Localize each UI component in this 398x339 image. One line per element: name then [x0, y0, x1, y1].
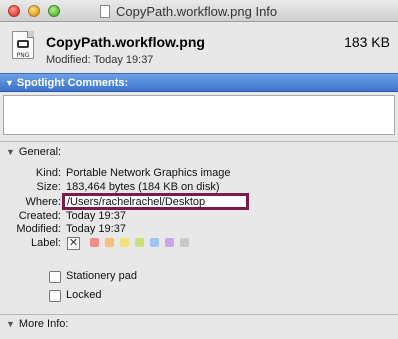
created-value: Today 19:37	[66, 210, 126, 222]
where-label: Where:	[25, 196, 61, 208]
disclosure-triangle-icon[interactable]: ▼	[5, 78, 14, 88]
kind-label: Kind:	[35, 167, 61, 179]
modified-value: Today 19:37	[66, 223, 126, 235]
label-label: Label:	[31, 237, 61, 249]
minimize-button[interactable]	[28, 5, 40, 17]
divider	[0, 141, 398, 142]
more-info-section-header[interactable]: ▼ More Info:	[6, 318, 68, 330]
document-icon	[100, 4, 110, 18]
no-label-option[interactable]: ✕	[67, 237, 80, 250]
locked-checkbox[interactable]	[49, 290, 61, 302]
disclosure-triangle-icon[interactable]: ▼	[6, 147, 15, 157]
file-name: CopyPath.workflow.png	[46, 34, 205, 50]
more-info-label: More Info:	[18, 318, 69, 330]
label-orange-swatch[interactable]	[105, 238, 114, 247]
label-green-swatch[interactable]	[135, 238, 144, 247]
size-value: 183,464 bytes (184 KB on disk)	[66, 181, 220, 193]
label-gray-swatch[interactable]	[180, 238, 189, 247]
where-value: /Users/rachelrachel/Desktop	[67, 196, 206, 208]
label-red-swatch[interactable]	[90, 238, 99, 247]
spotlight-comments-field[interactable]	[3, 95, 395, 135]
file-modified: Modified: Today 19:37	[46, 54, 154, 66]
locked-label: Locked	[66, 289, 102, 301]
close-button[interactable]	[8, 5, 20, 17]
stationery-pad-label: Stationery pad	[66, 270, 137, 282]
size-label: Size:	[36, 181, 61, 193]
window-title: CopyPath.workflow.png Info	[116, 3, 278, 19]
spotlight-comments-header[interactable]: ▼ Spotlight Comments:	[0, 73, 398, 92]
created-label: Created:	[18, 210, 61, 222]
where-path-field[interactable]: /Users/rachelrachel/Desktop	[62, 193, 249, 210]
general-section-header[interactable]: ▼ General:	[6, 146, 61, 158]
file-icon-label: PNG	[16, 52, 30, 59]
general-label: General:	[18, 146, 62, 158]
zoom-button[interactable]	[48, 5, 60, 17]
png-file-icon: PNG	[12, 31, 34, 59]
stationery-pad-checkbox[interactable]	[49, 271, 61, 283]
file-size: 183 KB	[344, 34, 390, 50]
window-title-group: CopyPath.workflow.png Info	[100, 3, 277, 19]
divider	[0, 314, 398, 315]
label-blue-swatch[interactable]	[150, 238, 159, 247]
disclosure-triangle-icon[interactable]: ▼	[6, 319, 15, 329]
spotlight-comments-label: Spotlight Comments:	[16, 76, 129, 89]
label-purple-swatch[interactable]	[165, 238, 174, 247]
label-yellow-swatch[interactable]	[120, 238, 129, 247]
kind-value: Portable Network Graphics image	[66, 167, 231, 179]
title-bar: CopyPath.workflow.png Info	[0, 0, 398, 22]
file-header: PNG CopyPath.workflow.png 183 KB Modifie…	[0, 23, 398, 72]
modified-label: Modified:	[16, 223, 61, 235]
